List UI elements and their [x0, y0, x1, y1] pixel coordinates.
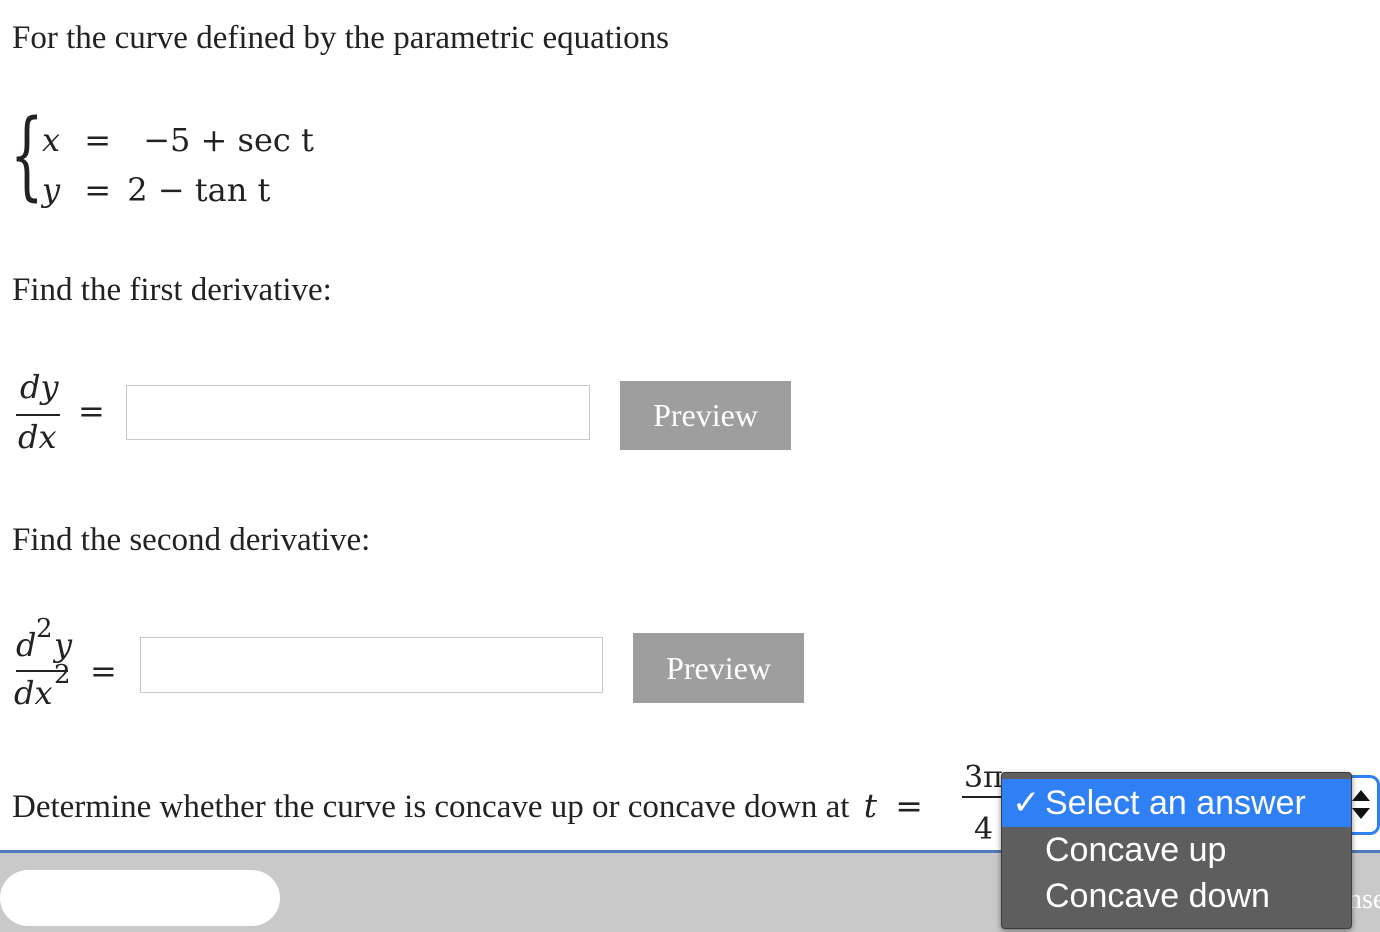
dx-denominator: dx	[14, 674, 53, 712]
t-numerator: 3π	[964, 760, 1003, 795]
x-equals: =	[84, 121, 112, 159]
select-up-arrow-icon	[1352, 790, 1370, 801]
dropdown-option-concave-down[interactable]: Concave down	[1002, 873, 1351, 919]
dropdown-option-concave-up[interactable]: Concave up	[1002, 827, 1351, 873]
numerator-exponent: 2	[36, 614, 53, 644]
dropdown-option-select-an-answer[interactable]: ✓ Select an answer	[1002, 779, 1351, 827]
footer-partial-text: nse	[1348, 884, 1380, 915]
equals-sign: =	[90, 652, 117, 690]
first-derivative-prompt: Find the first derivative:	[12, 272, 332, 308]
first-derivative-preview-button[interactable]: Preview	[620, 381, 791, 450]
first-derivative-input[interactable]	[126, 385, 590, 440]
t-value-fraction: 3π 4	[960, 760, 1004, 850]
y-equation: y = 2 − tan t	[42, 171, 270, 209]
first-derivative-fraction: dy dx =	[14, 368, 124, 458]
y-equals: =	[84, 171, 112, 209]
concavity-prompt-text: Determine whether the curve is concave u…	[12, 789, 850, 825]
y-lhs: y	[42, 171, 61, 209]
x-rhs: −5 + sec t	[143, 121, 314, 159]
dx-denominator: dx	[18, 418, 57, 456]
redacted-area	[0, 870, 280, 926]
system-brace: {	[10, 99, 44, 211]
denominator-exponent: 2	[54, 660, 71, 690]
fraction-bar	[16, 414, 60, 416]
x-equation: x = −5 + sec t	[42, 121, 314, 159]
select-down-arrow-icon	[1352, 808, 1370, 819]
concavity-prompt: Determine whether the curve is concave u…	[12, 786, 923, 826]
d-numerator: d	[16, 626, 37, 664]
intro-text: For the curve defined by the parametric …	[12, 20, 670, 56]
t-denominator: 4	[974, 812, 994, 847]
y-numerator: y	[54, 626, 73, 664]
x-lhs: x	[42, 121, 61, 159]
equals-sign: =	[78, 392, 105, 430]
second-derivative-fraction: d 2 y dx 2 =	[14, 612, 139, 717]
option-label: Select an answer	[1045, 784, 1306, 822]
second-derivative-prompt: Find the second derivative:	[12, 522, 371, 558]
dy-numerator: dy	[20, 368, 59, 406]
parametric-system: { x = −5 + sec t y = 2 − tan t	[10, 107, 314, 215]
t-variable: t	[863, 786, 877, 825]
fraction-bar	[962, 796, 1002, 798]
second-derivative-input[interactable]	[140, 637, 603, 693]
answer-dropdown[interactable]: ✓ Select an answer Concave up Concave do…	[1001, 772, 1352, 929]
equals-sign: =	[895, 786, 923, 825]
check-mark-icon: ✓	[1012, 784, 1041, 822]
option-label: Concave up	[1045, 831, 1227, 869]
second-derivative-preview-button[interactable]: Preview	[633, 633, 804, 703]
y-rhs: 2 − tan t	[127, 171, 271, 209]
option-label: Concave down	[1045, 877, 1270, 915]
